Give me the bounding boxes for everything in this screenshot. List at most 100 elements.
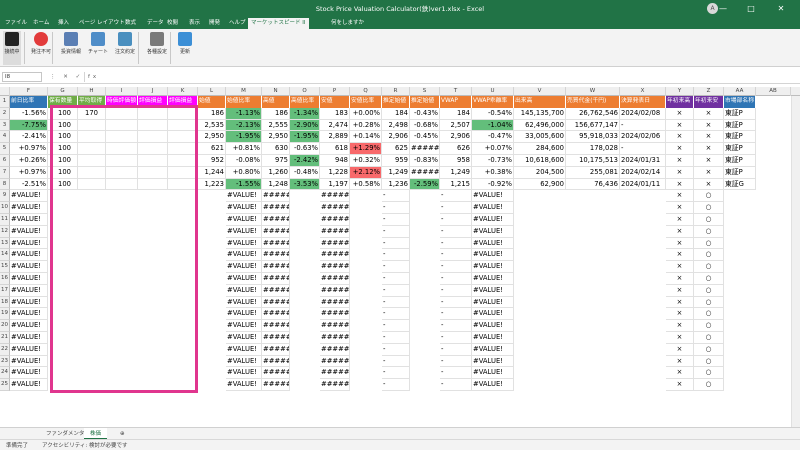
empty-cell[interactable] [198, 225, 226, 238]
error-cell[interactable]: #VALUE! [472, 296, 514, 309]
table-cell[interactable]: 2024/02/14 [620, 166, 666, 179]
table-cell[interactable]: 1,228 [320, 166, 350, 179]
empty-cell[interactable] [290, 202, 320, 214]
ribbon-tab[interactable]: 数式 [122, 18, 139, 29]
header-cell[interactable]: 高値比率 [290, 96, 320, 108]
column-header[interactable]: U [472, 87, 514, 96]
empty-cell[interactable] [566, 284, 620, 297]
dash-cell[interactable]: - [382, 237, 410, 250]
empty-cell[interactable] [410, 249, 440, 262]
table-cell[interactable]: +1.29% [350, 143, 382, 155]
empty-cell[interactable] [514, 355, 566, 368]
table-cell[interactable]: -7.75% [10, 119, 48, 132]
empty-cell[interactable] [48, 237, 78, 250]
table-cell[interactable]: -0.08% [226, 155, 262, 167]
empty-cell[interactable] [724, 261, 756, 273]
table-cell[interactable] [106, 166, 138, 179]
empty-cell[interactable] [620, 284, 666, 297]
empty-cell[interactable] [48, 367, 78, 380]
empty-cell[interactable] [78, 202, 106, 214]
empty-cell[interactable] [168, 332, 198, 344]
error-cell[interactable]: #VALUE! [226, 308, 262, 321]
empty-cell[interactable] [724, 190, 756, 203]
table-cell[interactable]: × [694, 155, 724, 167]
table-cell[interactable]: 2,555 [262, 119, 290, 132]
dash-cell[interactable]: - [440, 284, 472, 297]
empty-cell[interactable] [198, 296, 226, 309]
error-cell[interactable]: #VALUE! [226, 237, 262, 250]
dash-cell[interactable]: - [382, 355, 410, 368]
empty-cell[interactable] [724, 296, 756, 309]
table-cell[interactable]: -0.63% [290, 143, 320, 155]
table-cell[interactable]: 948 [320, 155, 350, 167]
empty-cell[interactable] [724, 355, 756, 368]
empty-cell[interactable] [290, 320, 320, 332]
table-cell[interactable]: -0.73% [472, 155, 514, 167]
error-cell[interactable]: #VALUE! [10, 343, 48, 356]
table-cell[interactable]: -1.95% [290, 131, 320, 144]
table-cell[interactable]: 東証P [724, 155, 756, 167]
empty-cell[interactable] [48, 214, 78, 226]
empty-cell[interactable] [168, 261, 198, 273]
table-cell[interactable]: 東証P [724, 107, 756, 120]
empty-cell[interactable] [198, 249, 226, 262]
column-header[interactable]: H [78, 87, 106, 96]
hash-cell[interactable]: ##### [320, 320, 350, 332]
hash-cell[interactable]: ##### [320, 343, 350, 356]
error-cell[interactable]: #VALUE! [472, 379, 514, 391]
empty-cell[interactable] [138, 367, 168, 380]
cross-cell[interactable]: × [666, 343, 694, 356]
hash-cell[interactable]: ##### [262, 214, 290, 226]
circle-cell[interactable]: ○ [694, 355, 724, 368]
table-cell[interactable]: 2024/01/11 [620, 178, 666, 191]
table-cell[interactable]: 184 [440, 107, 472, 120]
row-header[interactable]: 6 [0, 155, 10, 167]
table-cell[interactable] [138, 166, 168, 179]
empty-cell[interactable] [106, 261, 138, 273]
dash-cell[interactable]: - [382, 261, 410, 273]
hash-cell[interactable]: ##### [320, 273, 350, 285]
header-cell[interactable]: 平均取得 [78, 96, 106, 108]
table-cell[interactable]: × [666, 143, 694, 155]
cross-cell[interactable]: × [666, 355, 694, 368]
table-cell[interactable]: -2.90% [290, 119, 320, 132]
dash-cell[interactable]: - [440, 355, 472, 368]
table-cell[interactable] [106, 178, 138, 191]
table-cell[interactable]: × [694, 143, 724, 155]
circle-cell[interactable]: ○ [694, 332, 724, 344]
table-cell[interactable]: -2.59% [410, 178, 440, 191]
empty-cell[interactable] [514, 320, 566, 332]
invest-info-button[interactable]: 投資情報 [58, 31, 84, 65]
empty-cell[interactable] [514, 249, 566, 262]
column-header[interactable]: S [410, 87, 440, 96]
empty-cell[interactable] [78, 296, 106, 309]
table-cell[interactable]: 975 [262, 155, 290, 167]
table-cell[interactable]: -0.47% [472, 131, 514, 144]
empty-cell[interactable] [756, 190, 791, 203]
error-cell[interactable]: #VALUE! [472, 261, 514, 273]
empty-cell[interactable] [756, 143, 791, 155]
table-cell[interactable]: 100 [48, 131, 78, 144]
empty-cell[interactable] [620, 202, 666, 214]
empty-cell[interactable] [290, 379, 320, 391]
table-cell[interactable] [138, 131, 168, 144]
error-cell[interactable]: #VALUE! [226, 332, 262, 344]
error-cell[interactable]: #VALUE! [472, 284, 514, 297]
table-cell[interactable]: 2,474 [320, 119, 350, 132]
empty-cell[interactable] [620, 225, 666, 238]
error-cell[interactable]: #VALUE! [472, 202, 514, 214]
empty-cell[interactable] [724, 237, 756, 250]
empty-cell[interactable] [106, 237, 138, 250]
error-cell[interactable]: #VALUE! [10, 249, 48, 262]
empty-cell[interactable] [78, 367, 106, 380]
empty-cell[interactable] [106, 284, 138, 297]
dash-cell[interactable]: - [382, 249, 410, 262]
hash-cell[interactable]: ##### [262, 367, 290, 380]
empty-cell[interactable] [290, 249, 320, 262]
row-header[interactable]: 5 [0, 143, 10, 155]
column-header[interactable]: I [106, 87, 138, 96]
error-cell[interactable]: #VALUE! [226, 273, 262, 285]
table-cell[interactable]: 2,950 [198, 131, 226, 144]
error-cell[interactable]: #VALUE! [10, 261, 48, 273]
table-cell[interactable]: +0.58% [350, 178, 382, 191]
